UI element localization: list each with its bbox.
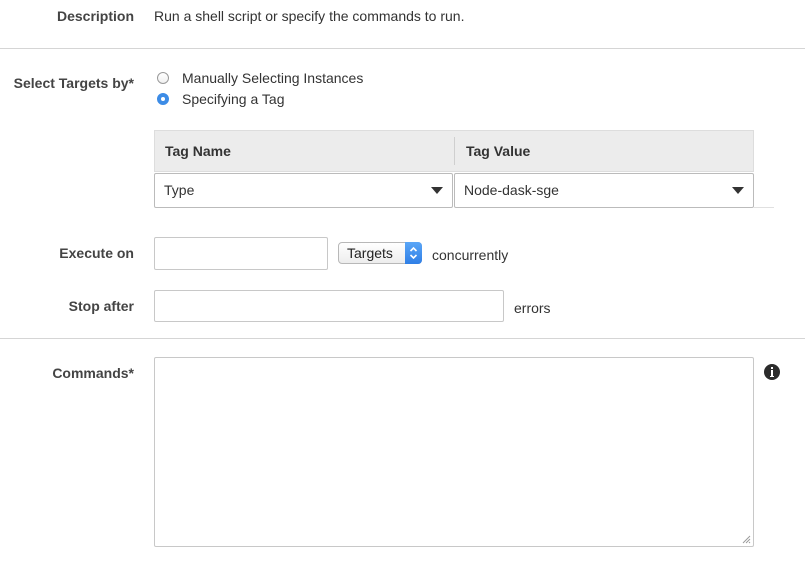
divider-top: [0, 48, 805, 49]
tag-table: Tag Name Tag Value Type Node-dask-sge: [154, 130, 774, 208]
tag-name-value: Type: [164, 182, 195, 198]
radio-button-selected[interactable]: [157, 93, 169, 105]
tag-value-select[interactable]: Node-dask-sge: [454, 173, 754, 208]
execute-on-input[interactable]: [154, 237, 328, 270]
header-separator: [454, 137, 455, 165]
tag-name-header: Tag Name: [165, 143, 231, 159]
info-icon[interactable]: [764, 364, 780, 380]
unit-select-value: Targets: [347, 245, 393, 261]
execute-on-unit-select[interactable]: Targets: [338, 242, 422, 264]
tag-value-header: Tag Value: [466, 143, 531, 159]
description-text: Run a shell script or specify the comman…: [154, 8, 465, 24]
commands-textarea[interactable]: [154, 357, 754, 547]
radio-label: Specifying a Tag: [182, 91, 285, 107]
stop-after-suffix: errors: [514, 300, 551, 316]
radio-manual-instances[interactable]: Manually Selecting Instances: [157, 69, 363, 87]
radio-specifying-tag[interactable]: Specifying a Tag: [157, 90, 284, 108]
updown-arrows-icon: [405, 242, 422, 264]
select-targets-label: Select Targets by*: [13, 75, 134, 91]
tag-row-divider: [754, 207, 774, 208]
radio-label: Manually Selecting Instances: [182, 70, 364, 86]
resize-grip-icon[interactable]: [742, 535, 751, 544]
radio-button[interactable]: [157, 72, 169, 84]
tag-table-header: Tag Name Tag Value: [154, 130, 754, 172]
commands-label: Commands*: [52, 365, 134, 381]
stop-after-input[interactable]: [154, 290, 504, 322]
execute-on-label: Execute on: [59, 245, 134, 261]
execute-on-suffix: concurrently: [432, 247, 509, 263]
stop-after-label: Stop after: [68, 298, 134, 314]
chevron-down-icon: [732, 187, 744, 194]
tag-name-select[interactable]: Type: [154, 173, 453, 208]
chevron-down-icon: [431, 187, 443, 194]
description-label: Description: [56, 8, 134, 24]
tag-value-value: Node-dask-sge: [464, 182, 559, 198]
divider-bottom: [0, 338, 805, 339]
